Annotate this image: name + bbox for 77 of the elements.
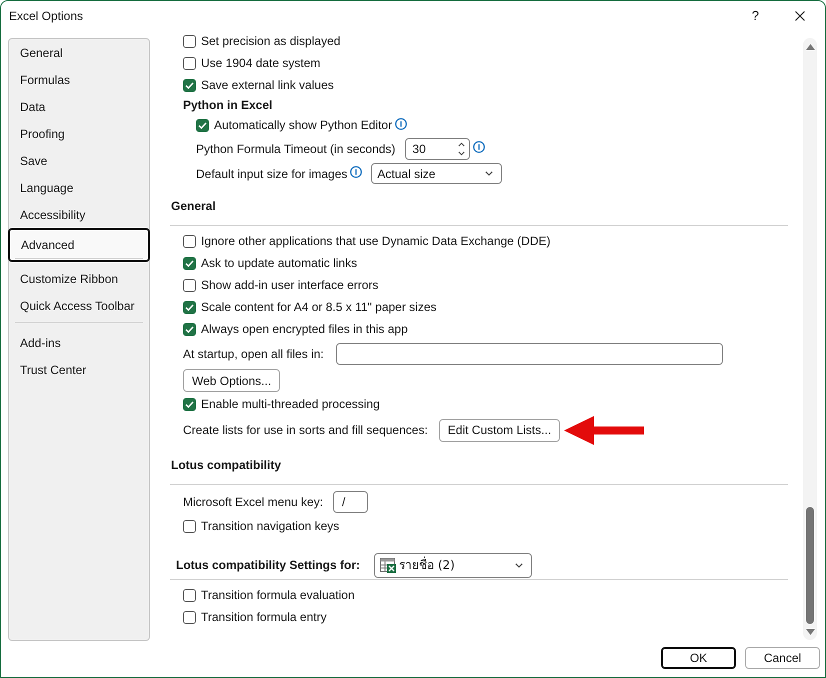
sidebar-item[interactable]: General [9,39,149,66]
checkbox[interactable] [183,610,196,624]
section-heading: Lotus compatibility [171,457,282,473]
checkbox-label[interactable]: Show add-in user interface errors [201,278,378,292]
sheet-icon [380,557,398,573]
checkbox[interactable] [183,256,196,270]
scroll-down-icon[interactable] [806,629,814,635]
field-label: Microsoft Excel menu key: [183,495,324,509]
sidebar-item[interactable]: Advanced [8,228,150,262]
checkbox[interactable] [183,520,196,532]
checkbox[interactable] [183,234,196,248]
sidebar-item[interactable]: Customize Ribbon [9,265,149,292]
sidebar-item[interactable]: Language [9,174,149,201]
dropdown-value: Actual size [377,166,436,180]
checkbox-label[interactable]: Transition navigation keys [201,519,340,533]
checkbox-label[interactable]: Automatically show Python Editor [214,118,392,132]
sidebar-item[interactable]: Proofing [9,120,149,147]
chevron-down-icon [485,171,494,176]
window-title: Excel Options [9,8,84,22]
section-heading: Lotus compatibility Settings for: [176,557,360,573]
sidebar-item[interactable]: Add-ins [9,329,149,356]
checkbox-label[interactable]: Ask to update automatic links [201,256,358,270]
edit-lists-button[interactable]: Edit Custom Lists... [438,418,560,442]
chevron-down-icon [515,562,524,568]
checkmark-icon [185,304,194,310]
checkbox-label[interactable]: Set precision as displayed [201,34,340,48]
checkbox[interactable] [183,588,196,602]
sidebar-item[interactable]: Quick Access Toolbar [9,292,149,319]
info-icon[interactable] [395,118,408,130]
checkbox-label[interactable]: Ignore other applications that use Dynamic Data Exchange (DDE) [201,234,551,248]
field-label: At startup, open all files in: [183,347,324,361]
dialog-button[interactable]: OK [661,647,736,669]
checkbox[interactable] [183,56,196,70]
dropdown[interactable]: Actual size [371,163,502,184]
info-icon[interactable] [350,166,362,178]
scroll-up-icon[interactable] [806,44,814,50]
checkmark-icon [185,400,194,408]
checkmark-icon [198,122,207,128]
checkbox-label[interactable]: Save external link values [201,78,334,92]
field-label: Default input size for images [196,166,348,180]
sheet-dropdown[interactable]: รายชื่อ (2) [374,552,532,578]
checkbox-label[interactable]: Transition formula entry [201,610,327,624]
options-button[interactable]: Web Options... [183,369,280,392]
key-input-field[interactable]: / [333,491,368,513]
sidebar-item[interactable]: Trust Center [9,356,149,383]
checkmark-icon [185,326,194,332]
checkbox[interactable] [183,322,196,336]
group-heading: Python in Excel [183,97,272,113]
field-label: Create lists for use in sorts and fill sequences: [183,423,428,437]
checkbox[interactable] [196,118,209,132]
checkmark-icon [185,260,194,266]
scrollbar-thumb[interactable] [806,507,814,624]
sidebar-item[interactable]: Accessibility [9,201,149,228]
checkbox[interactable] [183,34,196,48]
field-label: Python Formula Timeout (in seconds) [196,142,396,156]
checkmark-icon [185,82,194,88]
checkbox[interactable] [183,78,196,92]
dropdown-value: รายชื่อ (2) [399,557,456,573]
help-button[interactable]: ? [752,8,759,23]
section-heading: General [171,198,216,214]
sidebar-item[interactable]: Formulas [9,66,149,93]
dialog-button[interactable]: Cancel [745,647,820,669]
number-spin-field[interactable]: 30 [405,138,470,160]
text-input-field[interactable] [336,343,723,365]
close-icon[interactable] [795,10,805,20]
checkbox[interactable] [183,398,196,410]
sidebar-item[interactable]: Save [9,147,149,174]
info-icon[interactable] [473,141,486,153]
checkbox-label[interactable]: Transition formula evaluation [201,588,355,602]
checkbox-label[interactable]: Scale content for A4 or 8.5 x 11" paper sizes [201,300,437,314]
scrollbar-track[interactable] [803,38,817,640]
checkbox[interactable] [183,300,196,314]
checkbox-label[interactable]: Always open encrypted files in this app [201,322,408,336]
checkbox[interactable] [183,278,196,292]
checkbox-label[interactable]: Use 1904 date system [201,56,320,70]
checkbox-label[interactable]: Enable multi-threaded processing [201,397,380,411]
sidebar-item[interactable]: Data [9,93,149,120]
